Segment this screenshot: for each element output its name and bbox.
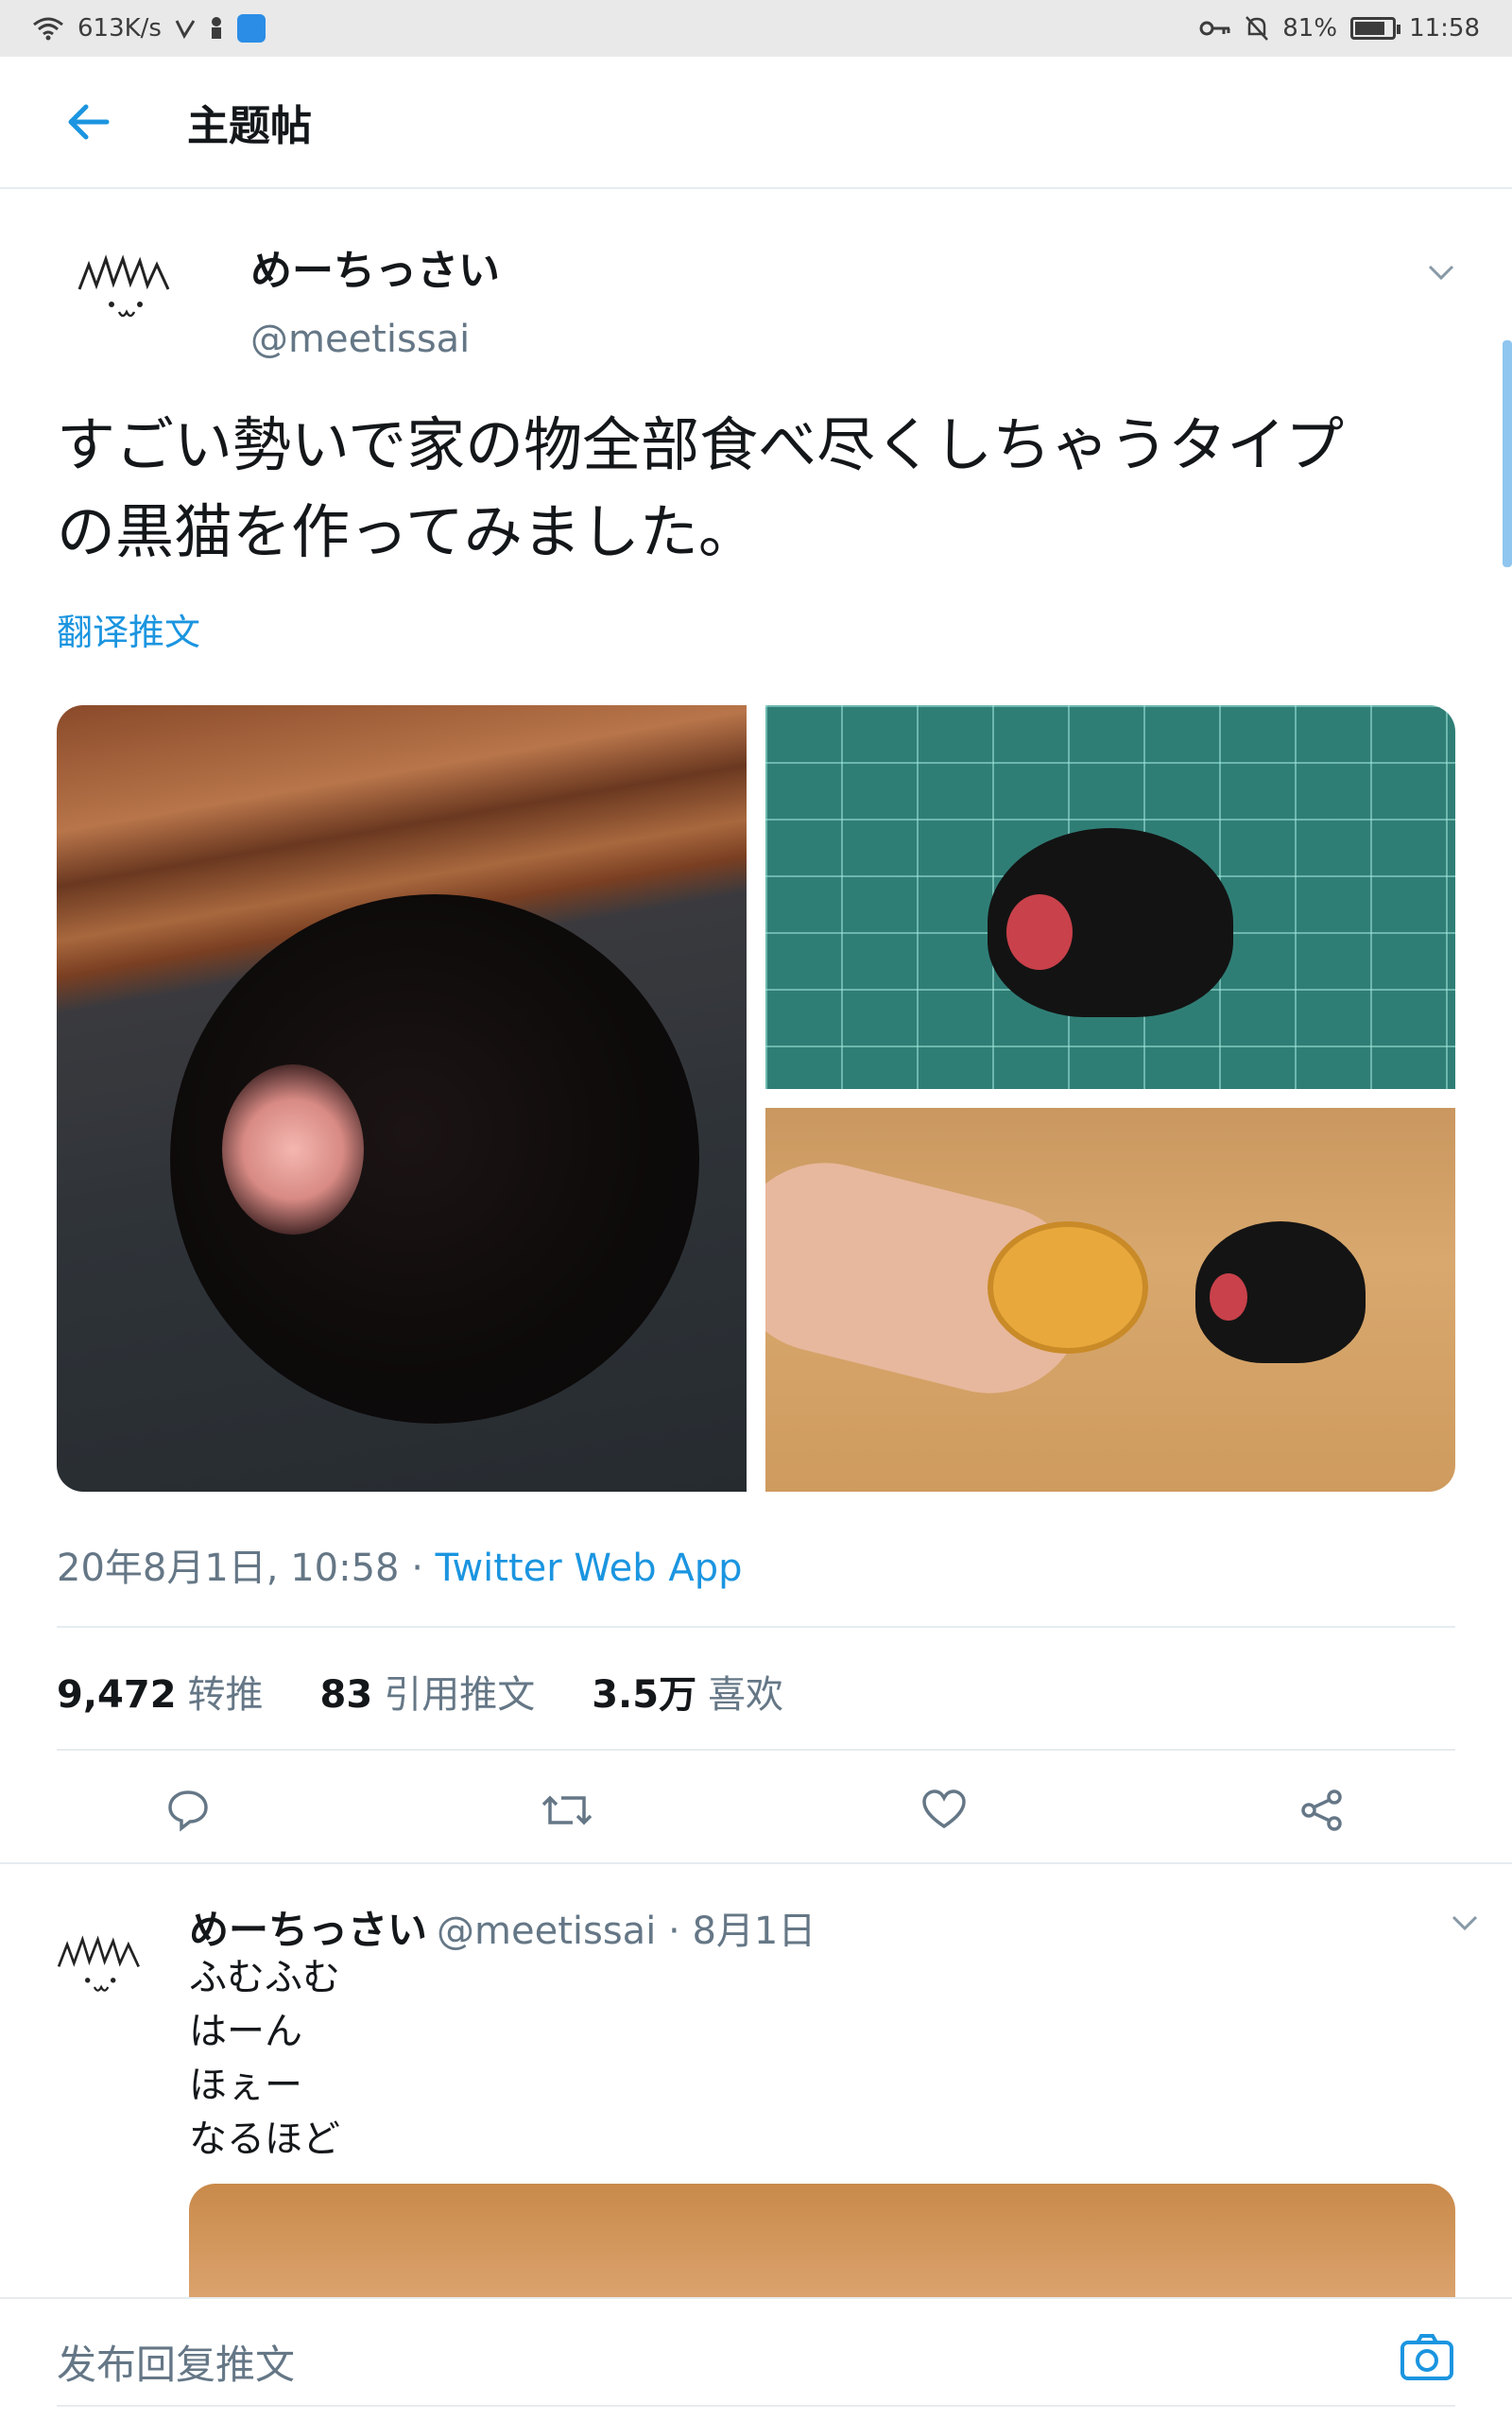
mute-icon [1246, 16, 1269, 41]
reply-button[interactable] [155, 1777, 221, 1843]
clock: 11:58 [1409, 14, 1480, 43]
quotes-label: 引用推文 [384, 1673, 536, 1717]
quotes-stat[interactable]: 83 引用推文 [320, 1664, 536, 1719]
chevron-down-icon [1452, 1915, 1478, 1931]
retweet-button[interactable] [534, 1777, 600, 1843]
likes-count: 3.5万 [592, 1673, 697, 1717]
key-icon [1199, 21, 1230, 36]
avatar-drawing [77, 254, 170, 318]
reply-text-line: はーん [189, 2010, 302, 2053]
wifi-icon [33, 17, 63, 41]
network-speed: 613K/s [77, 14, 162, 43]
media-photo-1[interactable] [57, 705, 747, 1492]
retweets-count: 9,472 [57, 1673, 177, 1717]
battery-icon [1350, 17, 1401, 40]
reply-text-line: ふむふむ [189, 1956, 340, 1999]
divider [57, 1626, 1455, 1628]
reply-text: ふむふむ はーん ほぇー なるほど [189, 1951, 340, 2167]
media-photo-2[interactable] [765, 705, 1455, 1089]
like-button[interactable] [911, 1777, 977, 1843]
quotes-count: 83 [319, 1673, 373, 1717]
likes-stat[interactable]: 3.5万 喜欢 [592, 1664, 783, 1719]
status-bar-right: 81% 11:58 [1199, 14, 1480, 43]
tweet-text-line: すごい勢いで家の物全部食べ尽くしちゃうタイプ [57, 410, 1345, 479]
battery-level [1355, 22, 1384, 35]
retweets-stat[interactable]: 9,472 转推 [57, 1664, 264, 1719]
avatar-drawing [57, 1935, 140, 1992]
tweet-source-link[interactable]: Twitter Web App [436, 1547, 743, 1590]
camera-icon [1400, 2334, 1453, 2380]
media-grid [57, 705, 1455, 1492]
timestamp-text: 20年8月1日, 10:58 · [57, 1547, 436, 1590]
retweet-icon [541, 1795, 593, 1825]
notification-icon [211, 17, 221, 39]
likes-label: 喜欢 [708, 1673, 784, 1717]
back-arrow-icon [68, 104, 110, 140]
tweet-actions [0, 1768, 1512, 1853]
media-photo-3[interactable] [765, 1108, 1455, 1492]
reply-text-line: ほぇー [189, 2064, 302, 2107]
tweet-author[interactable]: めーちっさい @meetissai [250, 236, 500, 361]
reply-handle-date: @meetissai · 8月1日 [437, 1910, 816, 1953]
battery-percent: 81% [1282, 14, 1338, 43]
status-bar-left: 613K/s [32, 14, 266, 43]
chevron-down-icon [1428, 265, 1454, 281]
compose-reply-input[interactable]: 发布回复推文 [57, 2333, 295, 2391]
scrollbar[interactable] [1503, 340, 1512, 567]
photo-figure-mouth [1210, 1273, 1247, 1321]
top-app-bar: 主题帖 [0, 57, 1512, 189]
display-name: めーちっさい [250, 247, 500, 295]
tweet-text: すごい勢いで家の物全部食べ尽くしちゃうタイプ の黒猫を作ってみました。 [57, 402, 1465, 576]
reply-menu-button[interactable] [1446, 1904, 1484, 1942]
compose-reply-bar: 发布回复推文 [0, 2297, 1512, 2420]
avatar[interactable] [66, 236, 189, 331]
status-bar: 613K/s 81% 11:58 [0, 0, 1512, 57]
divider [0, 1862, 1512, 1864]
back-button[interactable] [36, 70, 140, 174]
signal-icon [175, 20, 196, 40]
compose-underline [57, 2405, 1455, 2407]
tweet-menu-button[interactable] [1422, 253, 1460, 291]
reply-avatar[interactable] [45, 1919, 159, 2004]
photo-cracker [988, 1221, 1148, 1354]
tweet-text-line: の黒猫を作ってみました。 [57, 497, 757, 566]
translate-tweet-link[interactable]: 翻译推文 [57, 603, 200, 655]
reply-header[interactable]: めーちっさい @meetissai · 8月1日 [189, 1898, 816, 1956]
reply-icon [168, 1790, 208, 1832]
user-handle: @meetissai [250, 318, 471, 361]
page-title: 主题帖 [187, 102, 312, 150]
photo-cat-mouth [222, 1064, 364, 1235]
divider [57, 1749, 1455, 1751]
reply-display-name: めーちっさい [189, 1907, 428, 1953]
photo-figure-mouth [1006, 894, 1073, 970]
like-icon [922, 1789, 966, 1829]
share-button[interactable] [1289, 1777, 1355, 1843]
reply-text-line: なるほど [189, 2118, 340, 2161]
tweet-timestamp: 20年8月1日, 10:58 · Twitter Web App [57, 1537, 743, 1592]
app-notification-icon [236, 14, 266, 43]
tweet-stats: 9,472 转推 83 引用推文 3.5万 喜欢 [57, 1664, 783, 1719]
camera-button[interactable] [1397, 2327, 1457, 2388]
share-icon [1301, 1789, 1342, 1831]
retweets-label: 转推 [187, 1673, 264, 1717]
